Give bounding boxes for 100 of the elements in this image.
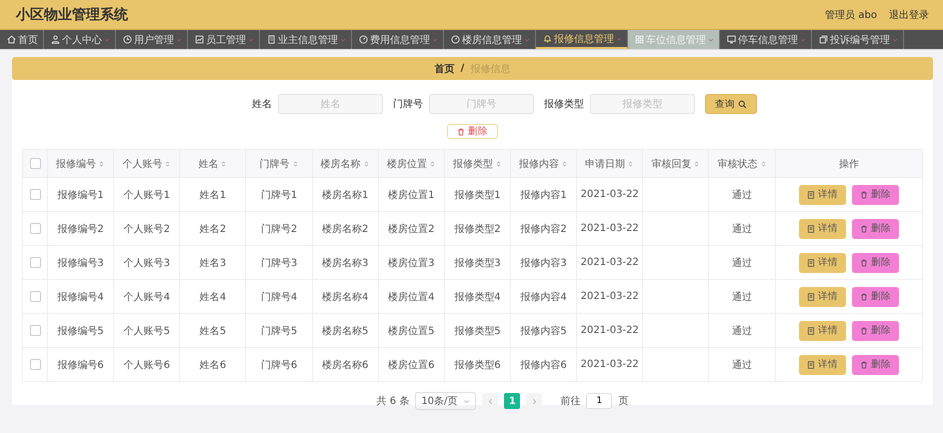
row-checkbox[interactable] <box>30 188 41 200</box>
page-size-select[interactable]: 10条/页 <box>415 392 476 410</box>
nav-tab[interactable]: 业主信息管理 <box>260 30 352 49</box>
table-cell: 楼房名称3 <box>322 258 368 268</box>
table-cell: 姓名3 <box>200 258 226 268</box>
table-cell: 个人账号6 <box>124 360 170 370</box>
detail-button[interactable]: 详情 <box>798 320 846 340</box>
table-cell: 报修类型5 <box>454 326 501 336</box>
copy-icon <box>819 35 828 44</box>
table-cell: 姓名4 <box>200 292 226 302</box>
nav-tab[interactable]: 费用信息管理 <box>352 30 444 49</box>
table-cell: 2021-03-22 <box>580 189 639 200</box>
table-cell: 报修类型6 <box>454 360 501 370</box>
row-checkbox[interactable] <box>30 256 41 268</box>
chevron-left-icon <box>486 398 494 404</box>
table-cell: 楼房名称1 <box>322 190 368 200</box>
field-label: 门牌号 <box>393 98 423 111</box>
column-header[interactable]: 姓名 <box>198 156 218 170</box>
row-checkbox[interactable] <box>30 358 41 370</box>
nav-tab[interactable]: 用户管理 <box>116 30 188 49</box>
batch-delete-button[interactable]: 删除 <box>447 124 498 139</box>
field-label: 姓名 <box>252 98 272 111</box>
detail-button[interactable]: 详情 <box>798 286 846 306</box>
table-cell: 报修内容5 <box>520 326 567 336</box>
table-cell: 楼房名称6 <box>322 360 368 370</box>
delete-button[interactable]: 删除 <box>852 286 899 306</box>
detail-button[interactable]: 详情 <box>798 184 846 204</box>
clock-icon <box>123 35 132 44</box>
bell-icon <box>543 34 552 43</box>
chart-icon <box>195 35 204 44</box>
nav-tab[interactable]: 停车信息管理 <box>720 30 812 49</box>
row-checkbox[interactable] <box>30 222 41 234</box>
table-cell: 通过 <box>732 190 752 200</box>
page-input[interactable]: 1 <box>586 393 612 409</box>
table-cell: 2021-03-22 <box>580 223 639 234</box>
table-cell: 报修编号1 <box>57 190 104 200</box>
delete-button[interactable]: 删除 <box>852 320 899 340</box>
table-cell: 报修类型4 <box>454 292 501 302</box>
delete-button[interactable]: 删除 <box>852 354 899 374</box>
table-cell: 个人账号1 <box>124 190 170 200</box>
table-cell: 报修内容1 <box>520 190 567 200</box>
document-icon <box>806 292 815 300</box>
table-cell: 姓名2 <box>200 224 226 234</box>
search-field[interactable]: 门牌号 <box>429 94 534 114</box>
search-field[interactable]: 报修类型 <box>590 94 695 114</box>
table-cell: 楼房位置1 <box>388 190 434 200</box>
search-button[interactable]: 查询 <box>705 94 757 114</box>
table-cell: 通过 <box>732 224 752 234</box>
detail-button[interactable]: 详情 <box>798 354 846 374</box>
column-header: 操作 <box>838 158 859 170</box>
building-icon <box>267 35 276 44</box>
row-checkbox[interactable] <box>30 324 41 336</box>
table-cell: 个人账号4 <box>124 292 170 302</box>
nav-tab[interactable]: 首页 <box>0 30 44 49</box>
table-cell: 姓名5 <box>200 326 226 336</box>
trash-icon <box>860 258 868 266</box>
person-icon <box>51 35 60 44</box>
table-cell: 通过 <box>732 326 752 336</box>
table-cell: 报修编号4 <box>57 292 104 302</box>
table-cell: 通过 <box>732 292 752 302</box>
table-cell: 门牌号4 <box>260 292 298 302</box>
table-cell: 报修编号2 <box>57 224 104 234</box>
nav-tab[interactable]: 楼房信息管理 <box>444 30 536 49</box>
nav-tab[interactable]: 投诉编号管理 <box>812 30 904 49</box>
user-name: 管理员 abo <box>825 8 877 22</box>
delete-button[interactable]: 删除 <box>852 218 899 238</box>
table-cell: 姓名1 <box>200 190 226 200</box>
goto-label: 前往 <box>560 394 580 408</box>
table-cell: 报修类型1 <box>454 190 501 200</box>
breadcrumb-separator: / <box>460 63 464 74</box>
trash-icon <box>860 360 868 368</box>
delete-button[interactable]: 删除 <box>852 252 899 272</box>
total-count: 共 6 条 <box>376 394 410 408</box>
table-cell: 门牌号1 <box>260 190 298 200</box>
table-cell: 个人账号5 <box>124 326 170 336</box>
detail-button[interactable]: 详情 <box>798 252 846 272</box>
table-cell: 楼房位置4 <box>388 292 434 302</box>
nav-tab[interactable]: 个人中心 <box>44 30 116 49</box>
table-cell: 报修类型3 <box>454 258 501 268</box>
document-icon <box>806 224 815 232</box>
breadcrumb-item[interactable]: 首页 <box>434 62 455 76</box>
home-icon <box>7 35 16 44</box>
logout-link[interactable]: 退出登录 <box>889 8 929 22</box>
grid-icon <box>635 35 644 44</box>
field-label: 报修类型 <box>544 98 584 111</box>
table-cell: 楼房位置5 <box>388 326 434 336</box>
gauge-icon <box>451 35 460 44</box>
select-all-checkbox[interactable] <box>30 158 41 169</box>
table-cell: 报修编号3 <box>57 258 104 268</box>
detail-button[interactable]: 详情 <box>798 218 846 238</box>
search-field[interactable]: 姓名 <box>278 94 383 114</box>
document-icon <box>806 258 815 266</box>
table-cell: 楼房位置3 <box>388 258 434 268</box>
trash-icon <box>860 292 868 300</box>
row-checkbox[interactable] <box>30 290 41 302</box>
table-cell: 通过 <box>732 360 752 370</box>
document-icon <box>806 326 815 334</box>
delete-button[interactable]: 删除 <box>852 184 899 204</box>
table-cell: 报修类型2 <box>454 224 501 234</box>
nav-tab[interactable]: 员工管理 <box>188 30 260 49</box>
